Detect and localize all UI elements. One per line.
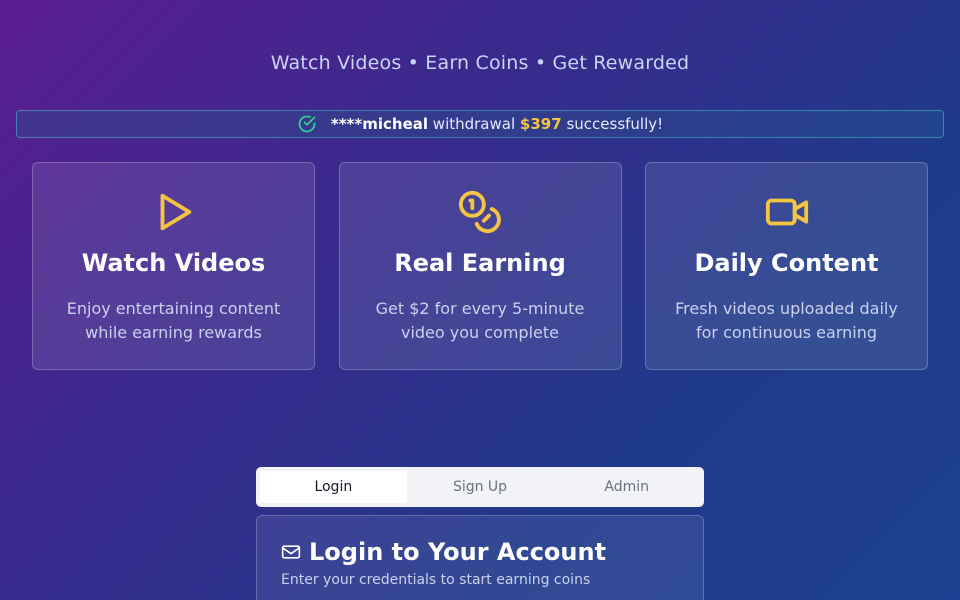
login-card: Login to Your Account Enter your credent…: [256, 515, 704, 600]
play-icon: [160, 193, 191, 231]
feature-desc: Get $2 for every 5-minute video you comp…: [375, 299, 585, 342]
feature-title: Daily Content: [694, 249, 879, 277]
tab-signup[interactable]: Sign Up: [407, 471, 554, 503]
feature-cards: Watch Videos Enjoy entertaining content …: [32, 162, 928, 370]
login-subtitle: Enter your credentials to start earning …: [281, 572, 591, 588]
tab-login[interactable]: Login: [260, 471, 407, 503]
tagline: Watch Videos • Earn Coins • Get Rewarded: [270, 52, 690, 74]
login-title: Login to Your Account: [309, 538, 607, 566]
tab-admin[interactable]: Admin: [553, 471, 700, 503]
ticker-username: ****micheal: [330, 115, 429, 133]
feature-card-watch-videos: Watch Videos Enjoy entertaining content …: [32, 162, 315, 370]
login-heading: Login to Your Account: [281, 538, 679, 566]
ticker-amount: $397: [519, 115, 562, 133]
auth-tabs: Login Sign Up Admin: [256, 467, 704, 507]
feature-desc: Fresh videos uploaded daily for continuo…: [675, 299, 898, 342]
ticker-text: ****micheal withdrawal $397 successfully…: [331, 115, 663, 133]
ticker-action: withdrawal: [432, 115, 516, 133]
feature-title: Real Earning: [394, 249, 566, 277]
ticker-suffix: successfully!: [566, 115, 664, 133]
coins-icon: [458, 190, 501, 234]
withdrawal-ticker: ****micheal withdrawal $397 successfully…: [16, 110, 944, 138]
mail-icon: [281, 545, 301, 559]
feature-title: Watch Videos: [81, 249, 266, 277]
feature-card-daily-content: Daily Content Fresh videos uploaded dail…: [645, 162, 928, 370]
feature-card-real-earning: Real Earning Get $2 for every 5-minute v…: [338, 162, 622, 370]
video-camera-icon: [765, 198, 808, 226]
feature-desc: Enjoy entertaining content while earning…: [66, 299, 281, 342]
check-circle-icon: [298, 115, 316, 133]
